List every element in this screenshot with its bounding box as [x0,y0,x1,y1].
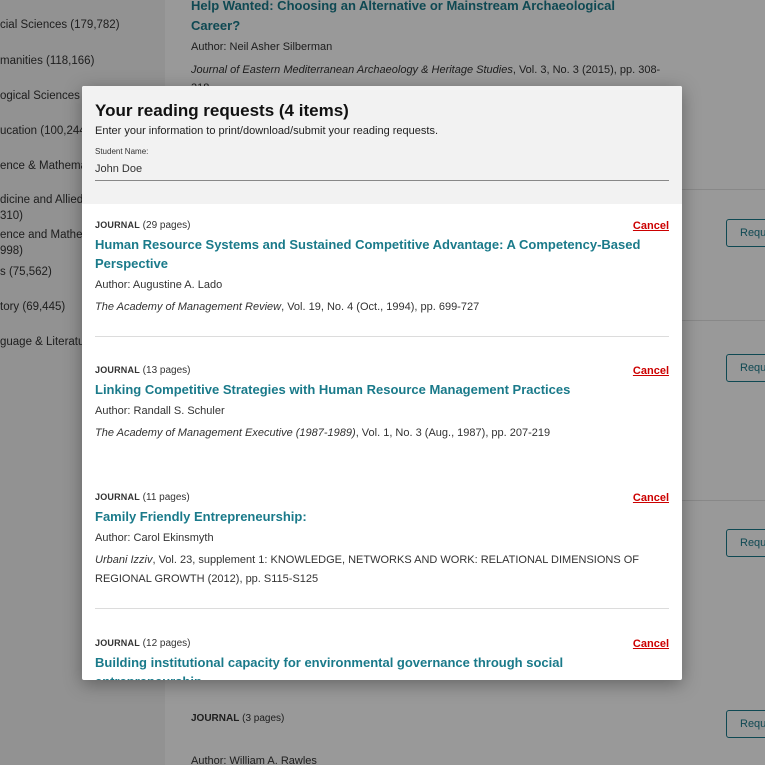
item-author: Author: Augustine A. Lado [95,279,223,291]
modal-title: Your reading requests (4 items) [95,101,349,120]
item-source: Urbani Izziv, Vol. 23, supplement 1: KNO… [95,554,640,585]
student-name-label: Student Name: [95,147,149,156]
item-type: JOURNAL (11 pages) [95,492,190,503]
cancel-request-link[interactable]: Cancel [633,492,669,504]
cancel-request-link[interactable]: Cancel [633,638,669,650]
item-source: The Academy of Management Executive (198… [95,427,551,439]
item-divider [95,336,669,337]
item-author: Author: Carol Ekinsmyth [95,532,214,544]
item-title-link[interactable]: Human Resource Systems and Sustained Com… [95,235,669,273]
item-type: JOURNAL (13 pages) [95,365,191,376]
request-item: JOURNAL (13 pages) Cancel Linking Compet… [95,365,669,445]
student-name-input[interactable] [95,158,669,181]
item-author: Author: Randall S. Schuler [95,405,225,417]
modal-header: Your reading requests (4 items) Enter yo… [82,86,682,204]
item-title-link[interactable]: Family Friendly Entrepreneurship: [95,507,669,526]
modal-subtitle: Enter your information to print/download… [95,125,439,137]
cancel-request-link[interactable]: Cancel [633,365,669,377]
item-source: The Academy of Management Review, Vol. 1… [95,301,480,313]
item-type: JOURNAL (29 pages) [95,220,191,231]
cancel-request-link[interactable]: Cancel [633,220,669,232]
request-item: JOURNAL (11 pages) Cancel Family Friendl… [95,492,669,602]
item-title-link[interactable]: Building institutional capacity for envi… [95,653,669,680]
item-divider [95,608,669,609]
request-item: JOURNAL (29 pages) Cancel Human Resource… [95,220,669,320]
item-title-link[interactable]: Linking Competitive Strategies with Huma… [95,380,669,399]
item-type: JOURNAL (12 pages) [95,638,191,649]
request-item: JOURNAL (12 pages) Cancel Building insti… [95,638,669,680]
reading-requests-modal: Your reading requests (4 items) Enter yo… [82,86,682,680]
